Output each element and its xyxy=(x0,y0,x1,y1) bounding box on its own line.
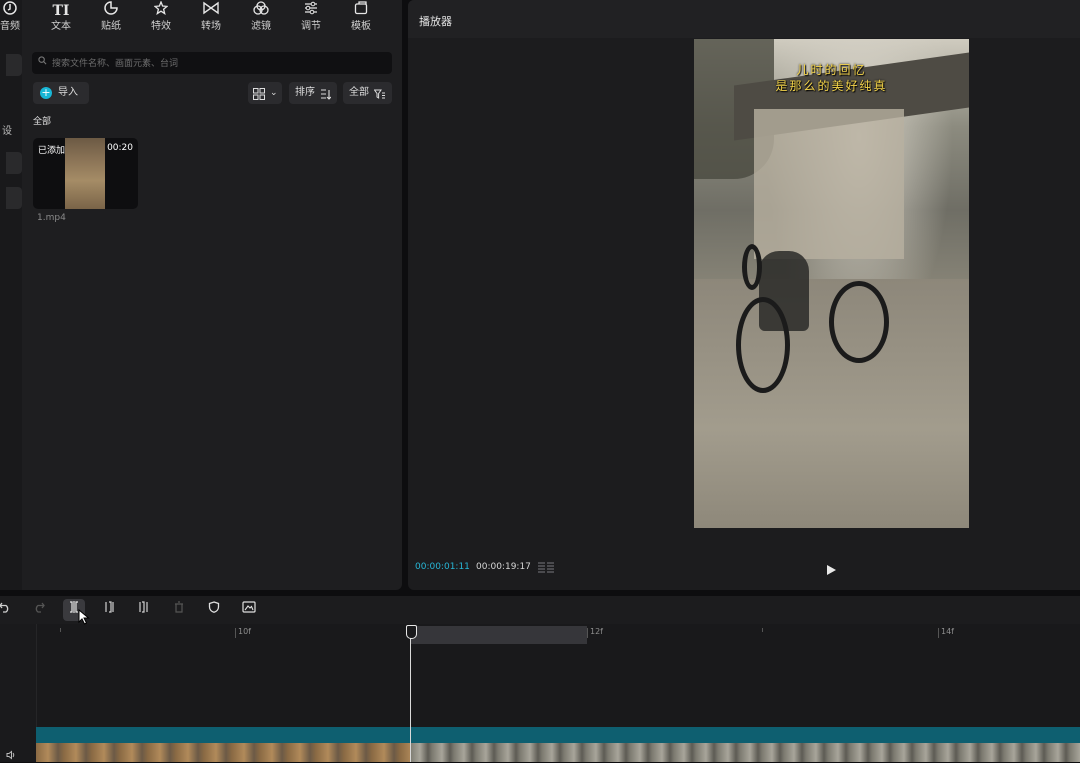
trim-left-icon[interactable] xyxy=(98,599,120,621)
ruler-tick xyxy=(587,628,588,638)
sort-button[interactable]: 排序 xyxy=(289,82,337,104)
plus-icon: + xyxy=(40,86,52,99)
search-input[interactable] xyxy=(50,54,384,74)
playhead-line[interactable] xyxy=(410,630,411,762)
grid-icon xyxy=(253,87,265,109)
crop-image-icon[interactable] xyxy=(238,599,260,621)
player-title: 播放器 xyxy=(419,15,452,28)
top-toolbar: 音频 TI 文本 贴纸 特效 转场 滤镜 调节 模板 xyxy=(0,0,402,40)
undo-icon[interactable] xyxy=(0,599,16,621)
chevron-down-icon: ⌄ xyxy=(270,88,278,98)
video-wheel-back xyxy=(829,281,889,363)
side-tab-2[interactable] xyxy=(6,152,22,174)
clip-thumbnail xyxy=(65,138,105,209)
import-button[interactable]: + 导入 xyxy=(33,82,89,104)
view-mode-button[interactable]: ⌄ xyxy=(248,82,282,104)
text-icon: TI xyxy=(52,3,70,19)
ruler-tick xyxy=(60,628,61,632)
ruler-label: 14f xyxy=(941,627,954,636)
tool-transition[interactable]: 转场 xyxy=(189,0,233,40)
ruler-label: 12f xyxy=(590,627,603,636)
added-badge: 已添加 xyxy=(38,146,66,156)
audio-icon xyxy=(0,0,32,20)
total-time: 00:00:19:17 xyxy=(476,562,531,572)
redo-icon[interactable] xyxy=(28,599,50,621)
ruler-label: 10f xyxy=(238,627,251,636)
current-time: 00:00:01:11 xyxy=(415,562,470,572)
ruler-tick xyxy=(762,628,763,632)
delete-icon[interactable] xyxy=(168,599,190,621)
video-caption-line2: 是那么的美好纯真 xyxy=(775,79,888,93)
clip-duration: 00:20 xyxy=(107,143,133,153)
video-wheel-front xyxy=(736,297,790,393)
video-wall xyxy=(754,109,904,259)
timeline-toolbar xyxy=(0,596,1080,624)
play-button[interactable] xyxy=(825,561,837,575)
shield-icon[interactable] xyxy=(203,599,225,621)
film-strip-alt[interactable] xyxy=(410,743,1080,762)
transition-icon xyxy=(189,0,233,20)
ruler-tick xyxy=(938,628,939,638)
mouse-cursor-icon xyxy=(78,608,90,625)
filter-button[interactable]: 全部 xyxy=(343,82,392,104)
sort-icon xyxy=(320,87,332,109)
aspect-ratio-icon[interactable] xyxy=(537,560,555,574)
side-label: 设 xyxy=(2,126,12,137)
side-tab-1[interactable] xyxy=(6,54,22,76)
tool-sticker[interactable]: 贴纸 xyxy=(89,0,133,40)
tool-text[interactable]: TI 文本 xyxy=(39,0,83,40)
side-tab-3[interactable] xyxy=(6,187,22,209)
tool-adjust[interactable]: 调节 xyxy=(289,0,333,40)
trim-right-icon[interactable] xyxy=(133,599,155,621)
player-header xyxy=(408,0,1080,38)
clip-filename: 1.mp4 xyxy=(37,213,66,223)
sticker-icon xyxy=(89,0,133,20)
tool-template[interactable]: 模板 xyxy=(339,0,383,40)
filter-icon xyxy=(239,0,283,20)
section-title: 全部 xyxy=(33,117,52,127)
media-clip-card[interactable]: 已添加 00:20 xyxy=(33,138,138,209)
tool-filter[interactable]: 滤镜 xyxy=(239,0,283,40)
tool-audio[interactable]: 音频 xyxy=(0,0,32,40)
video-small-wheel xyxy=(742,244,762,290)
template-icon xyxy=(339,0,383,20)
effects-icon xyxy=(139,0,183,20)
track-header xyxy=(0,624,37,762)
ruler-tick xyxy=(235,628,236,638)
video-caption-line1: 儿时的回忆 xyxy=(796,63,867,77)
adjust-icon xyxy=(289,0,333,20)
funnel-icon xyxy=(373,87,385,109)
playhead-handle[interactable] xyxy=(406,625,417,639)
media-search[interactable] xyxy=(32,52,392,74)
video-track-clip[interactable] xyxy=(36,727,1080,743)
selected-range[interactable] xyxy=(411,626,587,644)
tool-effects[interactable]: 特效 xyxy=(139,0,183,40)
volume-icon[interactable] xyxy=(6,750,16,763)
video-preview[interactable]: 儿时的回忆 是那么的美好纯真 xyxy=(694,39,969,528)
search-icon xyxy=(38,56,47,68)
